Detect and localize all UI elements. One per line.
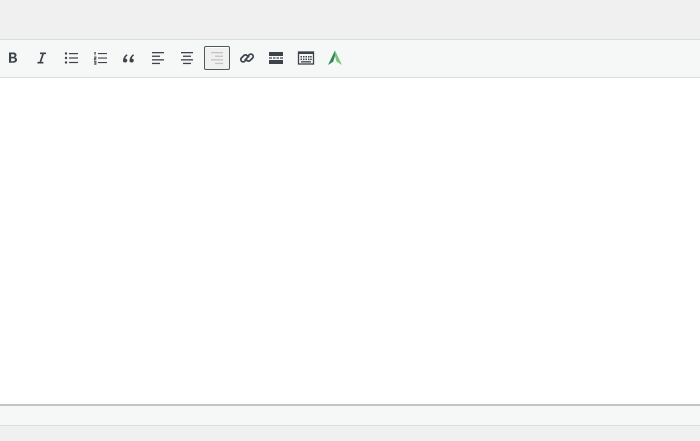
toolbar-toggle-button[interactable] <box>293 46 319 70</box>
bold-button[interactable] <box>0 46 25 70</box>
blockquote-button[interactable] <box>116 46 142 70</box>
align-left-button[interactable] <box>145 46 171 70</box>
bulleted-list-icon <box>61 48 81 68</box>
align-center-icon <box>177 48 197 68</box>
keyboard-icon <box>296 48 316 68</box>
italic-icon <box>31 48 51 68</box>
link-icon <box>237 48 257 68</box>
bulleted-list-button[interactable] <box>58 46 84 70</box>
align-right-button[interactable] <box>204 46 230 70</box>
editor-content-area[interactable] <box>0 78 700 404</box>
insert-link-button[interactable] <box>234 46 260 70</box>
editor-toolbar <box>0 40 700 78</box>
blockquote-icon <box>119 48 139 68</box>
plugin-button[interactable] <box>322 46 348 70</box>
italic-button[interactable] <box>28 46 54 70</box>
editor-top-area <box>0 0 700 40</box>
read-more-icon <box>266 48 286 68</box>
editor-status-bar <box>0 404 700 426</box>
align-left-icon <box>148 48 168 68</box>
numbered-list-icon <box>90 48 110 68</box>
green-a-logo-icon <box>325 48 345 68</box>
align-center-button[interactable] <box>174 46 200 70</box>
bold-icon <box>2 48 22 68</box>
page-bottom-strip <box>0 426 700 441</box>
insert-read-more-button[interactable] <box>263 46 289 70</box>
align-right-icon <box>207 48 227 68</box>
numbered-list-button[interactable] <box>87 46 113 70</box>
